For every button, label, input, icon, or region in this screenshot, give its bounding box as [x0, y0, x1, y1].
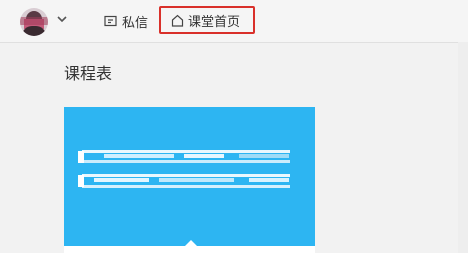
- course-card-footer: [64, 246, 315, 253]
- chevron-down-icon[interactable]: [55, 12, 69, 26]
- message-icon: [104, 15, 117, 26]
- top-navigation-bar: 私信 课堂首页: [0, 0, 468, 43]
- private-message-button[interactable]: 私信: [104, 11, 148, 31]
- page-title: 课程表: [64, 66, 113, 83]
- course-card[interactable]: [64, 107, 315, 253]
- home-icon: [171, 14, 184, 27]
- card-pointer: [184, 240, 198, 247]
- class-home-label: 课堂首页: [188, 13, 241, 29]
- class-home-button[interactable]: 课堂首页: [159, 6, 255, 34]
- user-avatar[interactable]: [20, 8, 48, 36]
- scroll-track[interactable]: [458, 42, 468, 253]
- private-message-label: 私信: [122, 14, 149, 30]
